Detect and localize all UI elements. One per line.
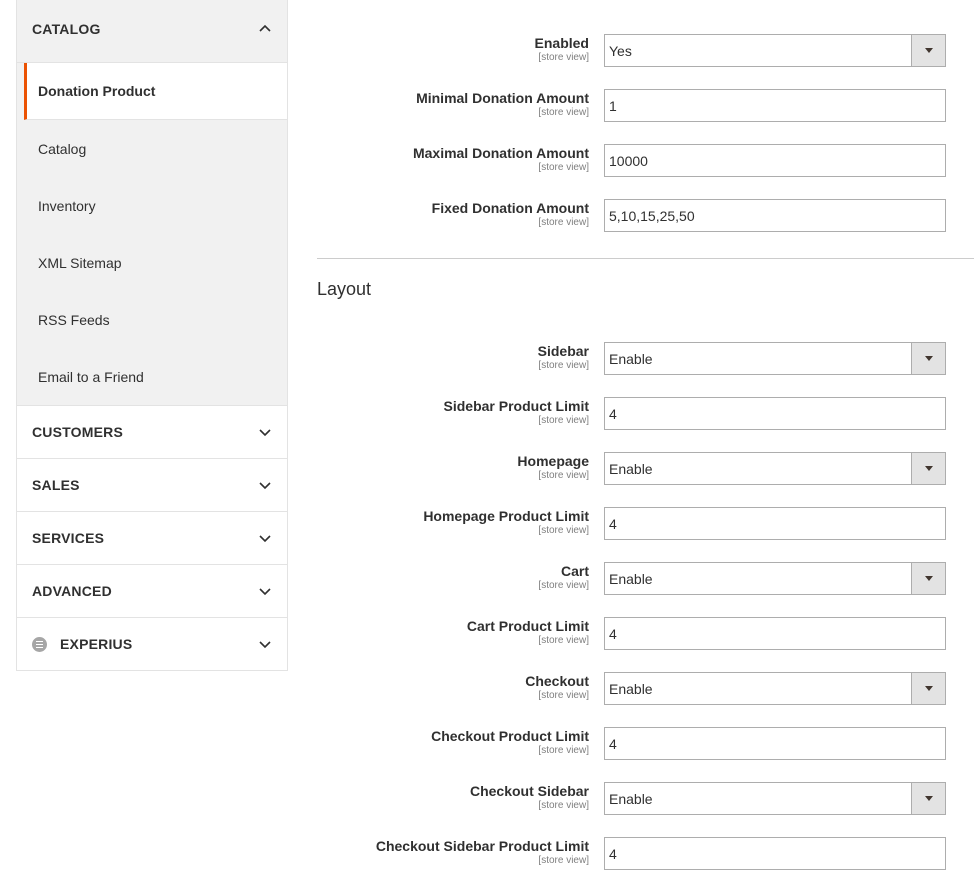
dropdown-arrow-icon [911, 453, 945, 484]
field-row: Checkout Sidebar [store view] Enable [317, 782, 974, 822]
experius-logo-icon [32, 636, 47, 652]
field-label: Sidebar [537, 343, 589, 359]
checkout-sidebar-select[interactable]: Enable [604, 782, 946, 815]
scope-label: [store view] [538, 635, 589, 646]
scope-label: [store view] [538, 52, 589, 63]
catalog-items: Donation Product Catalog Inventory XML S… [17, 63, 287, 406]
dropdown-arrow-icon [911, 783, 945, 814]
dropdown-arrow-icon [911, 35, 945, 66]
section-sales[interactable]: SALES [17, 459, 287, 512]
dropdown-arrow-icon [911, 673, 945, 704]
chevron-down-icon [258, 425, 272, 439]
section-customers[interactable]: CUSTOMERS [17, 406, 287, 459]
section-experius[interactable]: EXPERIUS [17, 618, 287, 671]
checkout-product-limit-input[interactable]: 4 [604, 727, 946, 760]
field-row: Homepage Product Limit [store view] 4 [317, 507, 974, 547]
section-catalog-label: CATALOG [32, 21, 101, 37]
field-label: Enabled [534, 35, 589, 51]
chevron-down-icon [258, 531, 272, 545]
homepage-select[interactable]: Enable [604, 452, 946, 485]
scope-label: [store view] [538, 415, 589, 426]
section-catalog[interactable]: CATALOG [17, 0, 287, 63]
field-label: Minimal Donation Amount [416, 90, 589, 106]
field-label: Maximal Donation Amount [412, 145, 589, 161]
field-row: Cart Product Limit [store view] 4 [317, 617, 974, 657]
section-experius-label: EXPERIUS [60, 636, 133, 652]
scope-label: [store view] [538, 107, 589, 118]
field-label: Cart [560, 563, 589, 579]
config-sidebar: CATALOG Donation Product Catalog Invento… [16, 0, 288, 671]
minimal-donation-amount-input[interactable]: 1 [604, 89, 946, 122]
field-row: Checkout [store view] Enable [317, 672, 974, 712]
scope-label: [store view] [538, 855, 589, 866]
layout-section-title: Layout [317, 279, 372, 299]
sidebar-item-rss-feeds[interactable]: RSS Feeds [17, 291, 287, 348]
dropdown-arrow-icon [911, 563, 945, 594]
field-row: Minimal Donation Amount [store view] 1 [317, 89, 974, 129]
field-label: Checkout Product Limit [431, 728, 589, 744]
field-label: Sidebar Product Limit [443, 398, 589, 414]
scope-label: [store view] [538, 217, 589, 228]
chevron-down-icon [258, 637, 272, 651]
scope-label: [store view] [538, 800, 589, 811]
section-services[interactable]: SERVICES [17, 512, 287, 565]
field-row: Sidebar [store view] Enable [317, 342, 974, 382]
scope-label: [store view] [538, 360, 589, 371]
sidebar-item-catalog[interactable]: Catalog [17, 120, 287, 177]
scope-label: [store view] [538, 690, 589, 701]
field-label: Checkout Sidebar Product Limit [375, 838, 589, 854]
scope-label: [store view] [538, 580, 589, 591]
field-label: Checkout Sidebar [469, 783, 589, 799]
homepage-product-limit-input[interactable]: 4 [604, 507, 946, 540]
field-label: Cart Product Limit [466, 618, 589, 634]
section-customers-label: CUSTOMERS [32, 424, 123, 440]
field-label: Homepage Product Limit [423, 508, 589, 524]
field-row: Checkout Product Limit [store view] 4 [317, 727, 974, 767]
scope-label: [store view] [538, 162, 589, 173]
enabled-select[interactable]: Yes [604, 34, 946, 67]
field-row: Cart [store view] Enable [317, 562, 974, 602]
field-label: Fixed Donation Amount [431, 200, 589, 216]
field-label: Checkout [525, 673, 589, 689]
field-label: Homepage [517, 453, 589, 469]
fixed-donation-amount-input[interactable]: 5,10,15,25,50 [604, 199, 946, 232]
chevron-down-icon [258, 584, 272, 598]
sidebar-item-xml-sitemap[interactable]: XML Sitemap [17, 234, 287, 291]
scope-label: [store view] [538, 470, 589, 481]
chevron-down-icon [258, 478, 272, 492]
maximal-donation-amount-input[interactable]: 10000 [604, 144, 946, 177]
sidebar-select[interactable]: Enable [604, 342, 946, 375]
sidebar-item-inventory[interactable]: Inventory [17, 177, 287, 234]
divider [317, 258, 974, 259]
field-row: Sidebar Product Limit [store view] 4 [317, 397, 974, 437]
field-row: Enabled [store view] Yes [317, 34, 974, 74]
section-sales-label: SALES [32, 477, 80, 493]
section-advanced-label: ADVANCED [32, 583, 112, 599]
dropdown-arrow-icon [911, 343, 945, 374]
section-services-label: SERVICES [32, 530, 105, 546]
sidebar-product-limit-input[interactable]: 4 [604, 397, 946, 430]
checkout-select[interactable]: Enable [604, 672, 946, 705]
scope-label: [store view] [538, 525, 589, 536]
field-row: Maximal Donation Amount [store view] 1000… [317, 144, 974, 184]
sidebar-item-email-to-a-friend[interactable]: Email to a Friend [17, 348, 287, 405]
section-advanced[interactable]: ADVANCED [17, 565, 287, 618]
sidebar-item-donation-product[interactable]: Donation Product [24, 63, 287, 120]
cart-select[interactable]: Enable [604, 562, 946, 595]
field-row: Checkout Sidebar Product Limit [store vie… [317, 837, 974, 877]
chevron-up-icon [258, 22, 272, 36]
field-row: Fixed Donation Amount [store view] 5,10,1… [317, 199, 974, 239]
checkout-sidebar-product-limit-input[interactable]: 4 [604, 837, 946, 870]
scope-label: [store view] [538, 745, 589, 756]
field-row: Homepage [store view] Enable [317, 452, 974, 492]
cart-product-limit-input[interactable]: 4 [604, 617, 946, 650]
